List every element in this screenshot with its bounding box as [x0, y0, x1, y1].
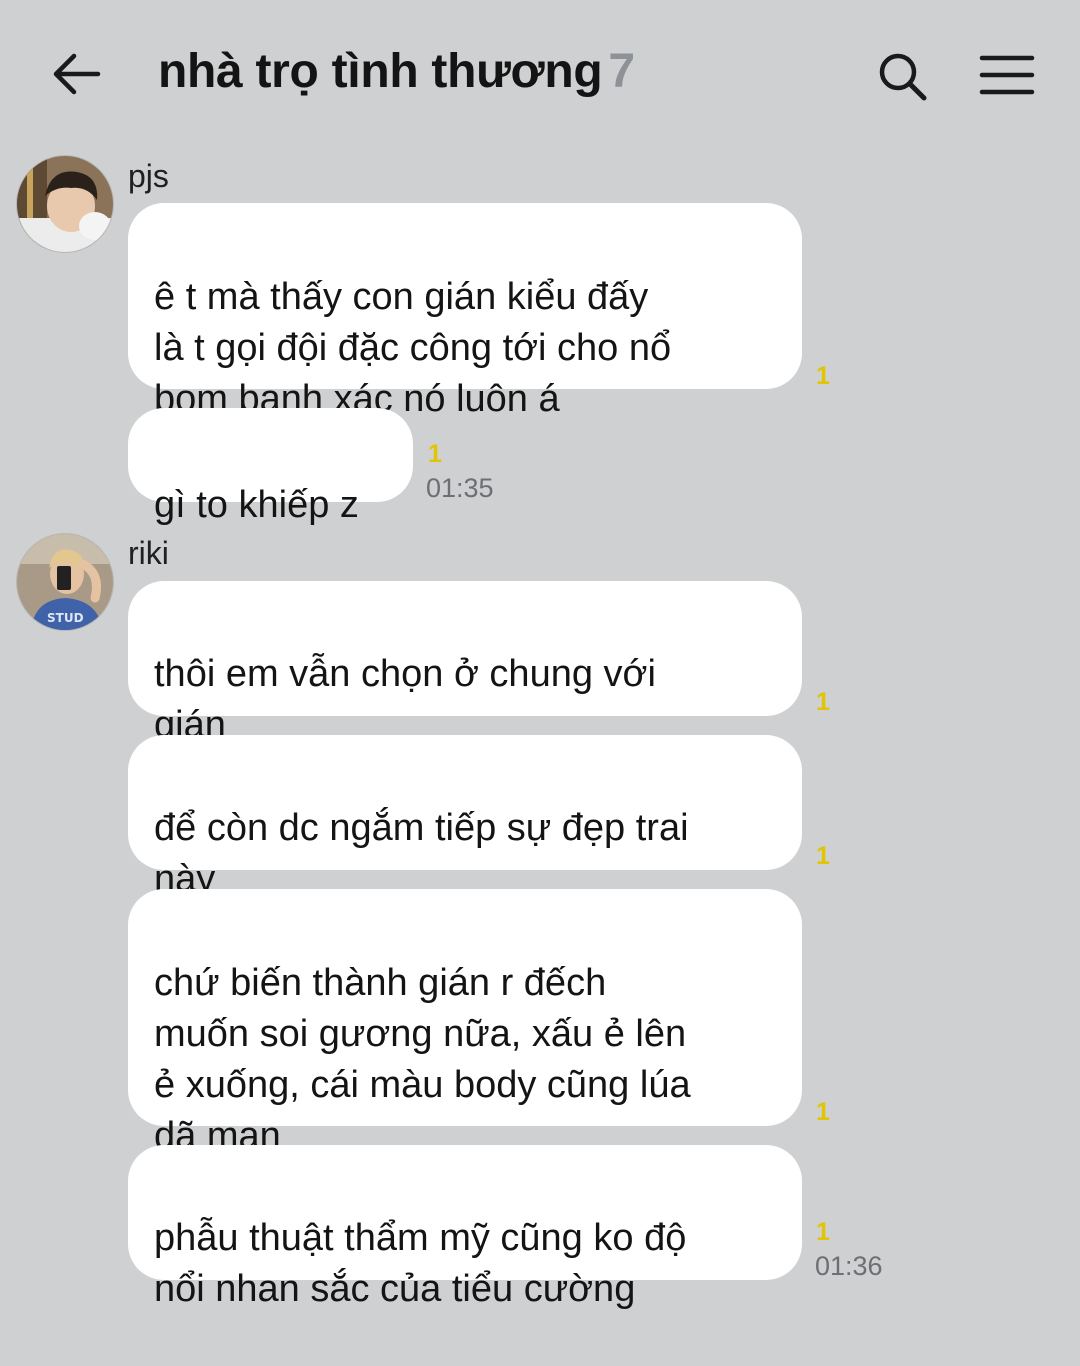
message-bubble[interactable]: ê t mà thấy con gián kiểu đấy là t gọi đ… — [128, 203, 802, 420]
unread-count: 1 — [428, 440, 442, 468]
message-bubble[interactable]: phẫu thuật thẩm mỹ cũng ko độ nổi nhan s… — [128, 1145, 802, 1310]
avatar-pjs[interactable] — [16, 155, 114, 253]
search-icon — [879, 53, 927, 101]
message-time: 01:35 — [426, 473, 494, 503]
avatar-riki[interactable]: STUD — [16, 533, 114, 631]
unread-count: 1 — [816, 1218, 830, 1246]
back-arrow-icon — [53, 53, 101, 95]
avatar-photo-icon — [17, 156, 113, 252]
message-text: chứ biến thành gián r đếch muốn soi gươn… — [154, 962, 691, 1157]
chat-title: nhà trọ tình thương 7 — [158, 44, 635, 99]
avatar-photo-icon: STUD — [17, 534, 113, 630]
message-bubble[interactable]: gì to khiếp z — [128, 408, 413, 526]
unread-count: 1 — [816, 362, 830, 390]
group-name: nhà trọ tình thương — [158, 45, 603, 98]
chat-header: nhà trọ tình thương 7 — [0, 0, 1080, 150]
unread-count: 1 — [816, 688, 830, 716]
menu-icon — [979, 55, 1035, 95]
unread-count: 1 — [816, 1098, 830, 1126]
message-text: gì to khiếp z — [154, 484, 359, 526]
message-bubble[interactable]: thôi em vẫn chọn ở chung với gián — [128, 581, 802, 746]
svg-text:STUD: STUD — [47, 611, 84, 625]
message-time: 01:36 — [815, 1251, 883, 1281]
menu-button[interactable] — [976, 50, 1038, 100]
unread-count: 1 — [816, 842, 830, 870]
message-text: ê t mà thấy con gián kiểu đấy là t gọi đ… — [154, 276, 672, 420]
sender-name: pjs — [128, 158, 169, 194]
member-count: 7 — [608, 45, 635, 98]
search-button[interactable] — [872, 48, 932, 104]
message-bubble[interactable]: chứ biến thành gián r đếch muốn soi gươn… — [128, 889, 802, 1157]
sender-name: riki — [128, 535, 169, 571]
message-bubble[interactable]: để còn dc ngắm tiếp sự đẹp trai này — [128, 735, 802, 900]
message-text: phẫu thuật thẩm mỹ cũng ko độ nổi nhan s… — [154, 1217, 687, 1310]
back-button[interactable] — [48, 46, 108, 102]
